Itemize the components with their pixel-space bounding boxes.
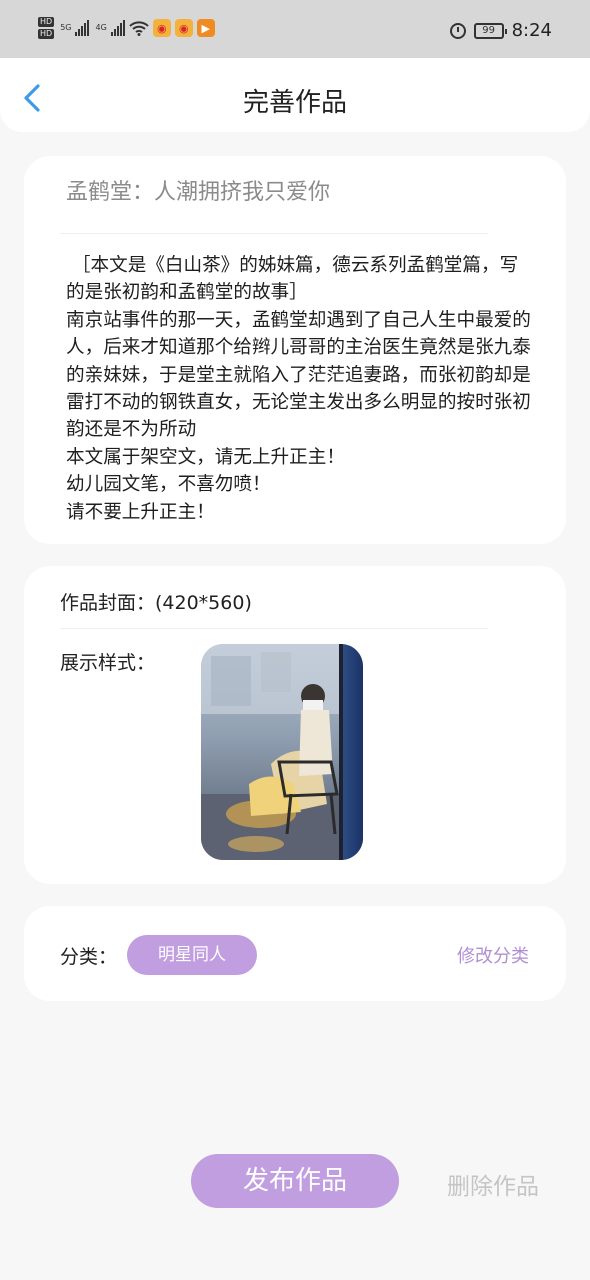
category-chip[interactable]: 明星同人 bbox=[127, 935, 257, 975]
wifi-icon bbox=[129, 21, 149, 36]
cover-label: 作品封面：(420*560) bbox=[60, 592, 252, 614]
status-left: HD HD 5G 4G ◉ ◉ ▶ bbox=[38, 17, 215, 39]
signal-icon bbox=[75, 20, 90, 36]
cover-card: 作品封面：(420*560) 展示样式： bbox=[24, 566, 566, 884]
alarm-icon bbox=[449, 22, 466, 39]
weibo-icon: ◉ bbox=[152, 19, 171, 37]
status-time: 8:24 bbox=[511, 20, 552, 41]
network-type-2: 4G bbox=[95, 23, 107, 32]
cover-photo bbox=[201, 644, 363, 860]
status-bar: HD HD 5G 4G ◉ ◉ ▶ 99 8:24 bbox=[0, 0, 590, 62]
cover-image[interactable] bbox=[201, 644, 363, 860]
divider bbox=[60, 628, 488, 629]
sim-indicators: HD HD bbox=[38, 17, 55, 39]
page-title: 完善作品 bbox=[242, 88, 347, 118]
app-header: 完善作品 bbox=[0, 58, 590, 132]
divider bbox=[60, 233, 488, 234]
weibo-icon: ◉ bbox=[174, 19, 193, 37]
sim2-hd-label: HD bbox=[38, 29, 55, 39]
work-summary[interactable]: ［本文是《白山茶》的姊妹篇，德云系列孟鹤堂篇，写的是张初韵和孟鹤堂的故事］ 南京… bbox=[66, 252, 534, 526]
work-info-card: 孟鹤堂：人潮拥挤我只爱你 ［本文是《白山茶》的姊妹篇，德云系列孟鹤堂篇，写的是张… bbox=[24, 156, 566, 544]
category-card: 分类： 明星同人 修改分类 bbox=[24, 906, 566, 1001]
display-style-label: 展示样式： bbox=[60, 652, 156, 674]
signal-icon bbox=[110, 20, 125, 36]
edit-category-link[interactable]: 修改分类 bbox=[457, 942, 529, 968]
video-icon: ▶ bbox=[196, 19, 215, 37]
network-type-1: 5G bbox=[60, 23, 72, 32]
work-title[interactable]: 孟鹤堂：人潮拥挤我只爱你 bbox=[66, 174, 330, 206]
delete-button[interactable]: 删除作品 bbox=[447, 1167, 539, 1201]
sim1-hd-label: HD bbox=[38, 17, 55, 27]
publish-button[interactable]: 发布作品 bbox=[191, 1154, 399, 1208]
status-right: 99 8:24 bbox=[449, 20, 552, 41]
battery-icon: 99 bbox=[473, 22, 507, 39]
category-label: 分类： bbox=[60, 946, 118, 968]
